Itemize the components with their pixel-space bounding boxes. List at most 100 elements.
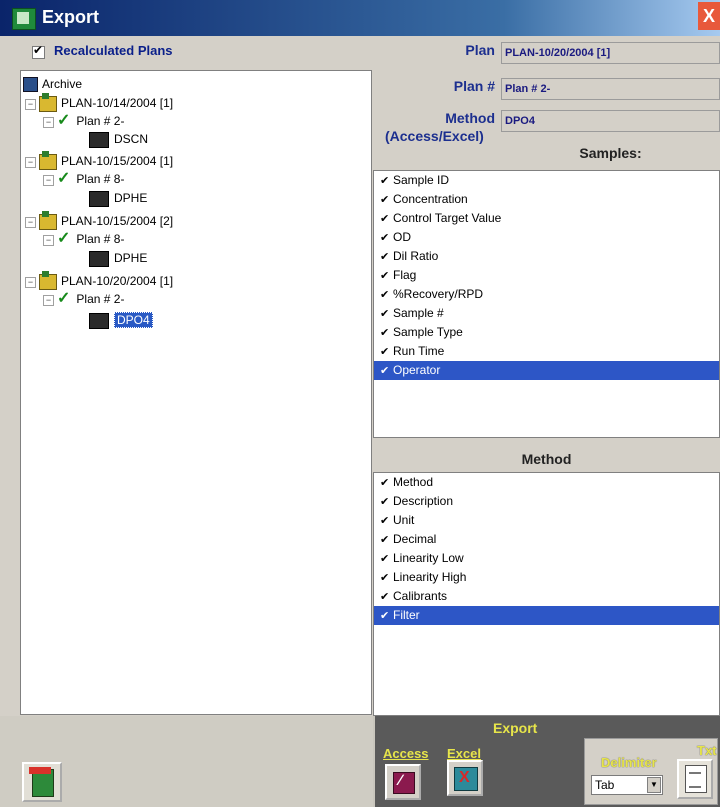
method-icon <box>89 250 109 267</box>
delimiter-box: Txt Delimiter Tab ▼ <box>584 738 718 805</box>
collapse-icon[interactable]: − <box>25 217 36 228</box>
recalculated-plans-label: Recalculated Plans <box>54 43 173 58</box>
check-icon[interactable] <box>380 191 390 210</box>
list-item-label: OD <box>393 230 411 244</box>
plan-label: PLAN-10/15/2004 [2] <box>61 214 174 228</box>
check-icon[interactable] <box>380 588 390 607</box>
list-item[interactable]: Decimal <box>374 530 719 550</box>
check-icon[interactable] <box>380 493 390 512</box>
tree-method-selected[interactable]: DPO4 <box>89 311 153 329</box>
exit-button[interactable] <box>22 762 62 802</box>
list-item[interactable]: Run Time <box>374 342 719 362</box>
list-item[interactable]: Flag <box>374 266 719 286</box>
access-icon <box>393 772 415 794</box>
plan-number-label: Plan # 2- <box>76 292 125 306</box>
txt-label: Txt <box>697 743 717 758</box>
window-title: Export <box>42 7 100 27</box>
check-icon[interactable] <box>380 474 390 493</box>
list-item-label: %Recovery/RPD <box>393 287 484 301</box>
samples-listbox[interactable]: Sample ID Concentration Control Target V… <box>373 170 720 438</box>
recalculated-plans-checkbox[interactable] <box>32 43 45 59</box>
tree-plan-number[interactable]: ✓ Plan # 2- <box>57 290 124 308</box>
plan-field[interactable]: PLAN-10/20/2004 [1] <box>501 42 720 64</box>
list-item-label: Concentration <box>393 192 468 206</box>
check-icon[interactable] <box>380 550 390 569</box>
check-icon[interactable] <box>380 248 390 267</box>
tree-plan[interactable]: PLAN-10/15/2004 [2] <box>39 210 174 230</box>
tree-plan-number[interactable]: ✓ Plan # 8- <box>57 170 124 188</box>
close-button[interactable]: X <box>698 2 720 30</box>
collapse-icon[interactable]: − <box>25 277 36 288</box>
check-icon[interactable] <box>380 305 390 324</box>
collapse-icon[interactable]: − <box>43 295 54 306</box>
list-item-label: Linearity High <box>393 570 467 584</box>
collapse-icon[interactable]: − <box>43 235 54 246</box>
tree-method[interactable]: DSCN <box>89 130 148 148</box>
list-item[interactable]: %Recovery/RPD <box>374 285 719 305</box>
excel-export-button[interactable] <box>447 760 483 796</box>
list-item-selected[interactable]: Filter <box>374 606 719 626</box>
check-icon[interactable] <box>380 324 390 343</box>
check-icon[interactable] <box>380 531 390 550</box>
check-icon[interactable] <box>380 607 390 626</box>
list-item[interactable]: Unit <box>374 511 719 531</box>
list-item[interactable]: Control Target Value <box>374 209 719 229</box>
access-export-button[interactable] <box>385 764 421 800</box>
check-icon[interactable] <box>380 172 390 191</box>
delimiter-select[interactable]: Tab ▼ <box>591 775 663 795</box>
check-icon[interactable] <box>380 569 390 588</box>
tree-plan[interactable]: PLAN-10/14/2004 [1] <box>39 92 173 112</box>
check-icon[interactable] <box>380 286 390 305</box>
tree-plan-number[interactable]: ✓ Plan # 2- <box>57 112 124 130</box>
tree-method[interactable]: DPHE <box>89 189 147 207</box>
list-item[interactable]: OD <box>374 228 719 248</box>
method-field[interactable]: DPO4 <box>501 110 720 132</box>
list-item-label: Run Time <box>393 344 445 358</box>
list-item-label: Sample Type <box>393 325 463 339</box>
check-icon[interactable] <box>380 343 390 362</box>
delimiter-value: Tab <box>595 778 615 792</box>
checkmark-icon: ✓ <box>57 170 71 187</box>
check-icon[interactable] <box>380 362 390 381</box>
method-section-header: Method <box>373 446 720 472</box>
list-item[interactable]: Sample ID <box>374 171 719 191</box>
check-icon[interactable] <box>380 512 390 531</box>
list-item[interactable]: Sample Type <box>374 323 719 343</box>
list-item[interactable]: Calibrants <box>374 587 719 607</box>
checkmark-icon: ✓ <box>57 230 71 247</box>
check-icon[interactable] <box>380 267 390 286</box>
tree-plan[interactable]: PLAN-10/20/2004 [1] <box>39 270 173 290</box>
list-item-label: Sample ID <box>393 173 450 187</box>
title-bar: Export X <box>0 0 720 36</box>
check-icon[interactable] <box>380 210 390 229</box>
excel-icon <box>454 767 478 791</box>
check-icon[interactable] <box>380 229 390 248</box>
txt-export-button[interactable] <box>677 759 713 799</box>
method-listbox[interactable]: Method Description Unit Decimal Linearit… <box>373 472 720 716</box>
list-item[interactable]: Linearity High <box>374 568 719 588</box>
dropdown-arrow-icon[interactable]: ▼ <box>647 777 661 793</box>
collapse-icon[interactable]: − <box>25 99 36 110</box>
samples-header: Samples: <box>501 140 720 166</box>
plan-number-field-label: Plan # <box>453 78 495 94</box>
tree-root-archive[interactable]: Archive <box>23 75 82 93</box>
tree-method[interactable]: DPHE <box>89 249 147 267</box>
list-item[interactable]: Sample # <box>374 304 719 324</box>
checkmark-icon: ✓ <box>57 112 71 129</box>
plan-tree[interactable]: Archive − PLAN-10/14/2004 [1] − ✓ Plan # … <box>20 70 372 715</box>
plan-number-label: Plan # 2- <box>76 114 125 128</box>
tree-plan-number[interactable]: ✓ Plan # 8- <box>57 230 124 248</box>
list-item-selected[interactable]: Operator <box>374 361 719 381</box>
tree-plan[interactable]: PLAN-10/15/2004 [1] <box>39 150 173 170</box>
collapse-icon[interactable]: − <box>25 157 36 168</box>
list-item[interactable]: Method <box>374 473 719 493</box>
app-icon <box>12 8 36 30</box>
collapse-icon[interactable]: − <box>43 117 54 128</box>
list-item[interactable]: Concentration <box>374 190 719 210</box>
list-item[interactable]: Linearity Low <box>374 549 719 569</box>
collapse-icon[interactable]: − <box>43 175 54 186</box>
list-item[interactable]: Description <box>374 492 719 512</box>
list-item[interactable]: Dil Ratio <box>374 247 719 267</box>
exit-tag-icon <box>29 767 51 774</box>
plan-number-field[interactable]: Plan # 2- <box>501 78 720 100</box>
